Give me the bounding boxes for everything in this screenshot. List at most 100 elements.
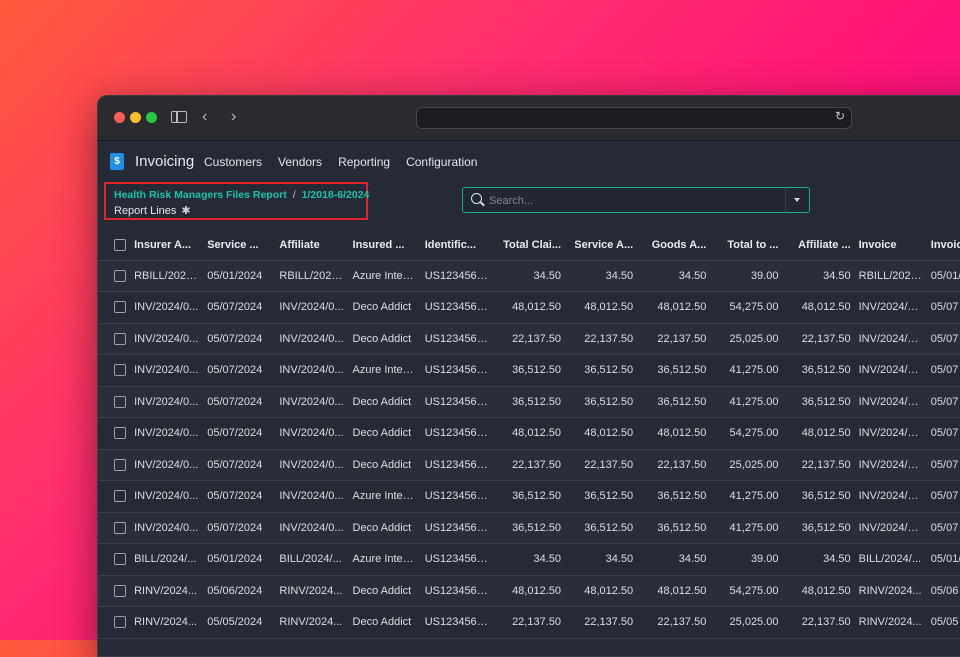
column-header[interactable]: Insurer A... <box>130 230 204 261</box>
table-cell: Deco Addict <box>352 584 412 597</box>
row-checkbox[interactable] <box>114 458 126 471</box>
table-cell: INV/2024/0... <box>858 364 923 377</box>
table-cell: 39.00 <box>750 553 779 566</box>
row-select-cell[interactable] <box>98 607 130 639</box>
table-row[interactable]: INV/2024/0... 05/07/2024 INV/2024/0... Deco… <box>98 386 960 418</box>
table-row[interactable]: RBILL/2024... 05/01/2024 RBILL/2024... Azur… <box>98 260 960 292</box>
reload-icon[interactable]: ↻ <box>835 109 845 123</box>
row-checkbox[interactable] <box>114 364 126 377</box>
column-header[interactable]: Insured ... <box>348 230 421 261</box>
select-all-checkbox[interactable] <box>114 238 126 251</box>
table-cell: 48,012.50 <box>512 301 561 314</box>
table-cell: Azure Interi... <box>352 364 418 377</box>
row-checkbox[interactable] <box>114 553 126 566</box>
table-cell: RINV/2024... <box>858 616 922 629</box>
table-cell: 36,512.50 <box>512 521 561 534</box>
maximize-window-button[interactable] <box>146 112 157 123</box>
table-row[interactable]: INV/2024/0... 05/07/2024 INV/2024/0... Deco… <box>98 449 960 481</box>
table-cell: INV/2024/0... <box>134 332 199 345</box>
table-cell: 22,137.50 <box>584 332 634 345</box>
table-cell: US12345673 <box>424 301 489 314</box>
table-row[interactable]: INV/2024/0... 05/07/2024 INV/2024/0... Azur… <box>98 354 960 387</box>
column-header[interactable]: Service A... <box>565 230 638 261</box>
row-checkbox[interactable] <box>114 616 126 629</box>
table-cell: US12345677 <box>424 553 489 566</box>
column-header[interactable]: Total to ... <box>710 230 783 261</box>
table-cell: 22,137.50 <box>512 458 561 471</box>
address-bar[interactable]: ↻ <box>416 107 852 129</box>
menu-item-reporting[interactable]: Reporting <box>338 155 390 169</box>
invoicing-logo-icon[interactable]: $ <box>110 153 124 170</box>
table-cell: 25,025.00 <box>729 332 779 345</box>
row-select-cell[interactable] <box>98 449 130 481</box>
table-row[interactable]: INV/2024/0... 05/07/2024 INV/2024/0... Deco… <box>98 417 960 450</box>
back-arrow-icon[interactable]: ‹ <box>202 106 207 128</box>
column-header[interactable]: Identific... <box>420 230 493 261</box>
table-cell: 22,137.50 <box>512 332 561 345</box>
gear-icon[interactable]: ✱ <box>181 204 190 217</box>
table-row[interactable]: BILL/2024/... 05/01/2024 BILL/2024/... Azur… <box>98 543 960 576</box>
row-select-cell[interactable] <box>98 481 130 513</box>
browser-window: ‹ › ↻ $ Invoicing Customers Vendors Repo… <box>97 95 960 657</box>
column-header[interactable]: Affiliate ... <box>782 230 855 261</box>
row-select-cell[interactable] <box>98 355 130 387</box>
column-header[interactable]: Invoic <box>926 230 960 261</box>
search-input[interactable] <box>487 190 781 212</box>
table-cell: 05/07/2024 <box>207 427 263 440</box>
table-row[interactable]: INV/2024/0... 05/07/2024 INV/2024/0... Deco… <box>98 512 960 544</box>
row-checkbox[interactable] <box>114 395 126 408</box>
row-select-cell[interactable] <box>98 575 130 607</box>
table-cell: INV/2024/0... <box>279 301 344 314</box>
breadcrumb-separator: / <box>292 189 296 201</box>
close-window-button[interactable] <box>114 112 125 123</box>
row-select-cell[interactable] <box>98 292 130 324</box>
table-cell: 22,137.50 <box>584 616 634 629</box>
row-select-cell[interactable] <box>98 260 130 292</box>
table-cell: 34.50 <box>678 553 707 566</box>
breadcrumb-period-link[interactable]: 1/2018-6/2024 <box>302 189 370 201</box>
table-row[interactable]: INV/2024/0... 05/07/2024 INV/2024/0... Deco… <box>98 323 960 355</box>
row-checkbox[interactable] <box>114 521 126 534</box>
column-header[interactable]: Goods A... <box>637 230 711 261</box>
row-checkbox[interactable] <box>114 332 126 345</box>
search-options-toggle[interactable] <box>785 188 809 212</box>
table-cell: 34.50 <box>823 553 851 566</box>
sidebar-toggle-icon[interactable] <box>171 111 187 123</box>
app-name[interactable]: Invoicing <box>135 153 194 170</box>
select-all-cell[interactable] <box>98 230 131 261</box>
table-cell: 22,137.50 <box>512 616 561 629</box>
menu-item-configuration[interactable]: Configuration <box>406 155 477 169</box>
table-row[interactable]: RINV/2024... 05/05/2024 RINV/2024... Deco A… <box>98 606 960 639</box>
row-checkbox[interactable] <box>114 584 126 597</box>
column-header[interactable]: Invoice <box>854 230 927 261</box>
table-cell: 05/01/ <box>930 269 960 282</box>
table-row[interactable]: INV/2024/0... 05/07/2024 INV/2024/0... Deco… <box>98 291 960 324</box>
column-header[interactable]: Total Clai... <box>492 230 565 261</box>
row-checkbox[interactable] <box>114 269 126 282</box>
row-select-cell[interactable] <box>98 512 130 544</box>
breadcrumb-report-link[interactable]: Health Risk Managers Files Report <box>114 189 287 201</box>
row-checkbox[interactable] <box>114 301 126 314</box>
table-cell: Deco Addict <box>352 427 412 440</box>
table-cell: INV/2024/0... <box>134 395 199 408</box>
menu-item-customers[interactable]: Customers <box>204 155 262 169</box>
table-row[interactable]: RINV/2024... 05/06/2024 RINV/2024... Deco A… <box>98 575 960 607</box>
menu-item-vendors[interactable]: Vendors <box>278 155 322 169</box>
row-select-cell[interactable] <box>98 323 130 355</box>
row-checkbox[interactable] <box>114 490 126 503</box>
minimize-window-button[interactable] <box>130 112 141 123</box>
row-select-cell[interactable] <box>98 544 130 576</box>
forward-arrow-icon[interactable]: › <box>231 106 236 128</box>
row-select-cell[interactable] <box>98 418 130 450</box>
table-cell: 34.50 <box>605 553 634 566</box>
table-cell: 05/07/2024 <box>207 301 263 314</box>
column-header[interactable]: Affiliate <box>275 230 349 261</box>
column-header[interactable]: Service ... <box>203 230 276 261</box>
row-select-cell[interactable] <box>98 386 130 418</box>
table-cell: 05/01/2024 <box>207 553 263 566</box>
table-cell: US12345673 <box>424 616 489 629</box>
row-checkbox[interactable] <box>114 427 126 440</box>
table-row[interactable]: INV/2024/0... 05/07/2024 INV/2024/0... Azur… <box>98 480 960 513</box>
table-cell: INV/2024/0... <box>279 364 344 377</box>
table-cell: 36,512.50 <box>657 521 707 534</box>
